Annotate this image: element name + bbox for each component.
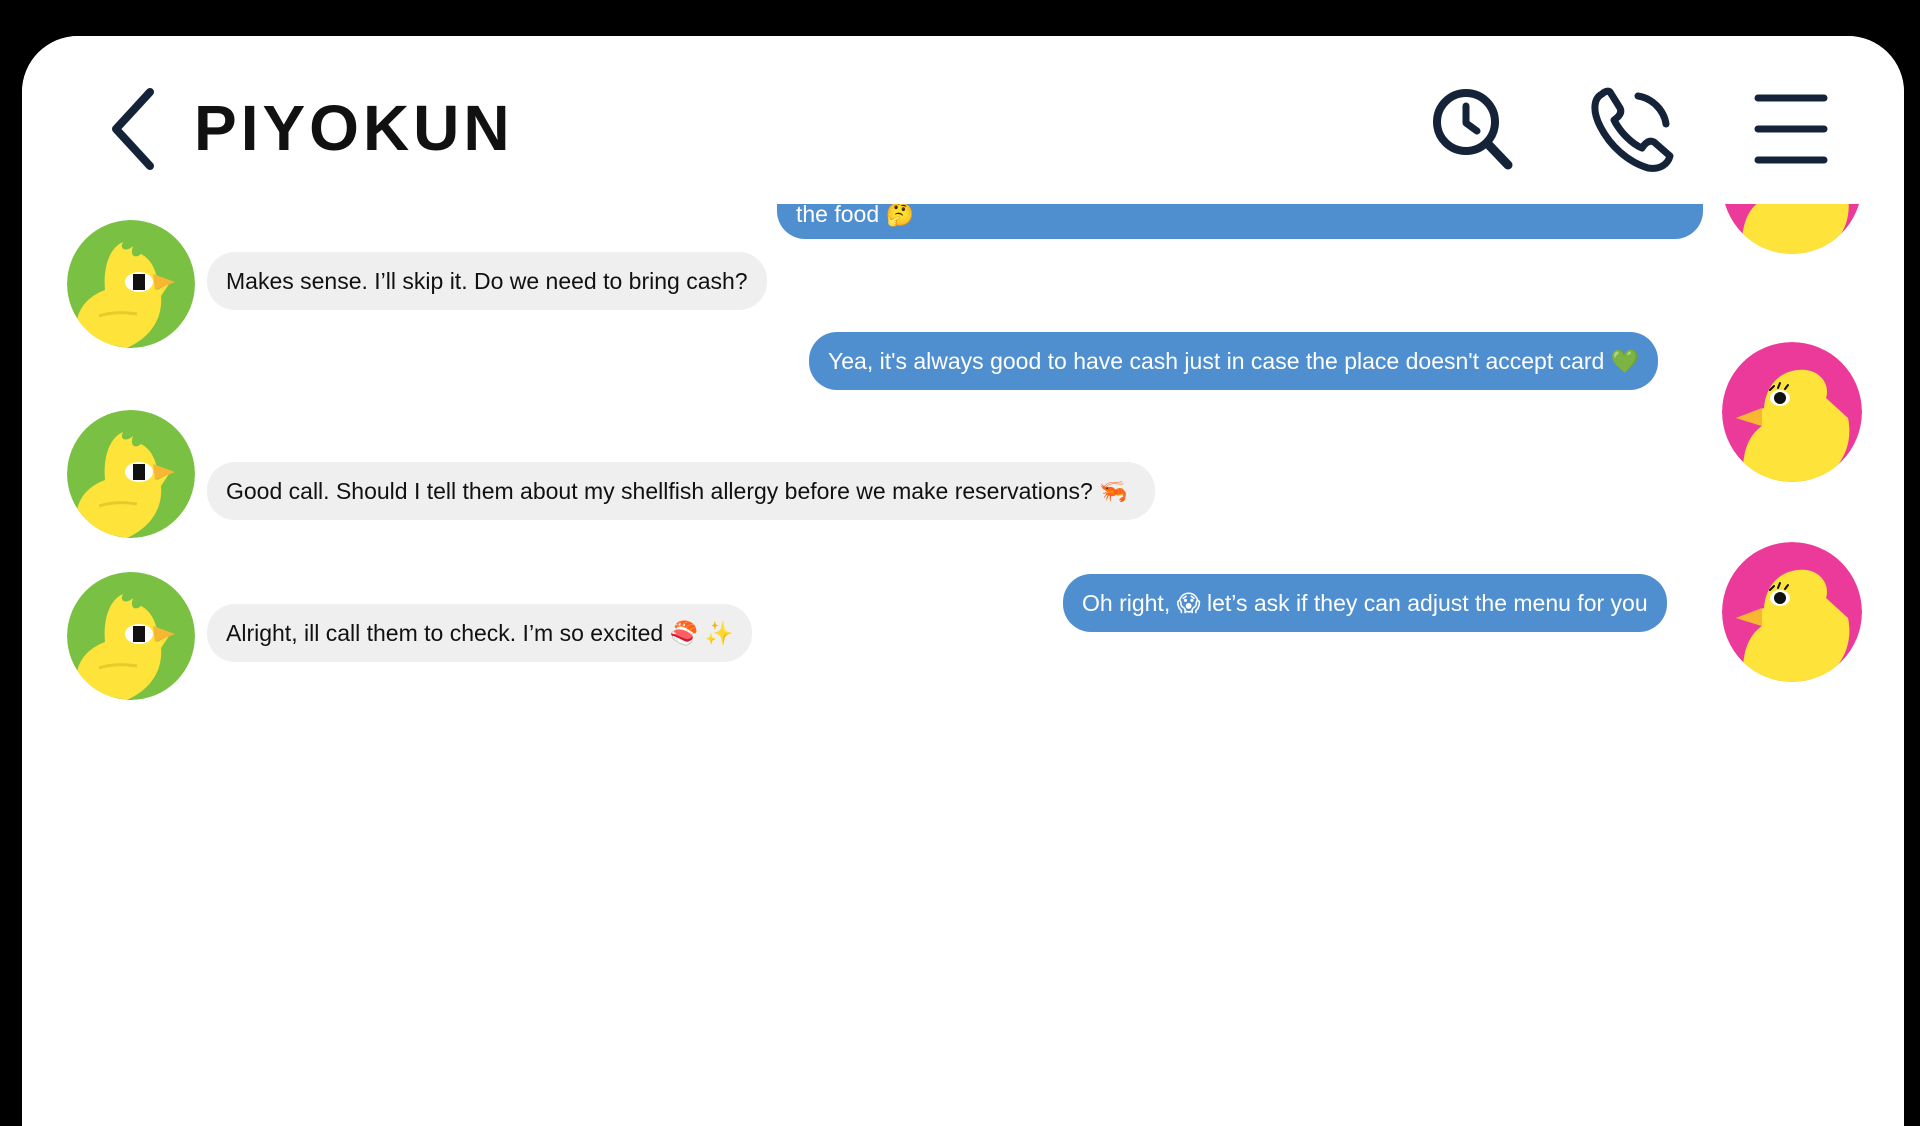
phone-icon[interactable] xyxy=(1588,84,1678,174)
contact-avatar-chick-image xyxy=(67,410,195,538)
contact-avatar-chick-image xyxy=(67,572,195,700)
self-avatar-chick-image xyxy=(1722,342,1862,482)
message-text: Makes sense. I’ll skip it. Do we need to… xyxy=(226,268,748,294)
message-text: Alright, ill call them to check. I’m so … xyxy=(226,620,734,646)
message-bubble-received[interactable]: Makes sense. I’ll skip it. Do we need to… xyxy=(207,252,767,310)
message-bubble-sent[interactable]: Oh right, 😱 let’s ask if they can adjust… xyxy=(1063,574,1667,632)
message-bubble-received[interactable]: Good call. Should I tell them about my s… xyxy=(207,462,1155,520)
self-avatar xyxy=(1722,342,1862,482)
message-bubble-sent[interactable]: Yea, it's always good to have cash just … xyxy=(809,332,1659,390)
message-text: Yea, it's always good to have cash just … xyxy=(828,348,1640,374)
chat-title: PIYOKUN xyxy=(194,92,514,164)
self-avatar xyxy=(1722,542,1862,682)
contact-avatar xyxy=(67,220,195,348)
message-text: Good call. Should I tell them about my s… xyxy=(226,478,1128,504)
menu-icon[interactable] xyxy=(1746,84,1836,174)
message-text: Oh right, 😱 let’s ask if they can adjust… xyxy=(1082,590,1648,616)
self-avatar-chick-image xyxy=(1722,542,1862,682)
chat-screen: PIYOKUN the food 🤔 Makes sense. I’ll ski… xyxy=(22,36,1904,1126)
search-history-icon[interactable] xyxy=(1428,84,1518,174)
back-arrow-icon[interactable] xyxy=(102,84,172,174)
message-text: the food 🤔 xyxy=(796,201,915,227)
message-bubble-received[interactable]: Alright, ill call them to check. I’m so … xyxy=(207,604,753,662)
contact-avatar xyxy=(67,572,195,700)
contact-avatar-chick-image xyxy=(67,220,195,348)
chat-header: PIYOKUN xyxy=(22,36,1904,204)
contact-avatar xyxy=(67,410,195,538)
message-list[interactable]: the food 🤔 Makes sense. I’ll skip it. Do… xyxy=(22,114,1904,1126)
